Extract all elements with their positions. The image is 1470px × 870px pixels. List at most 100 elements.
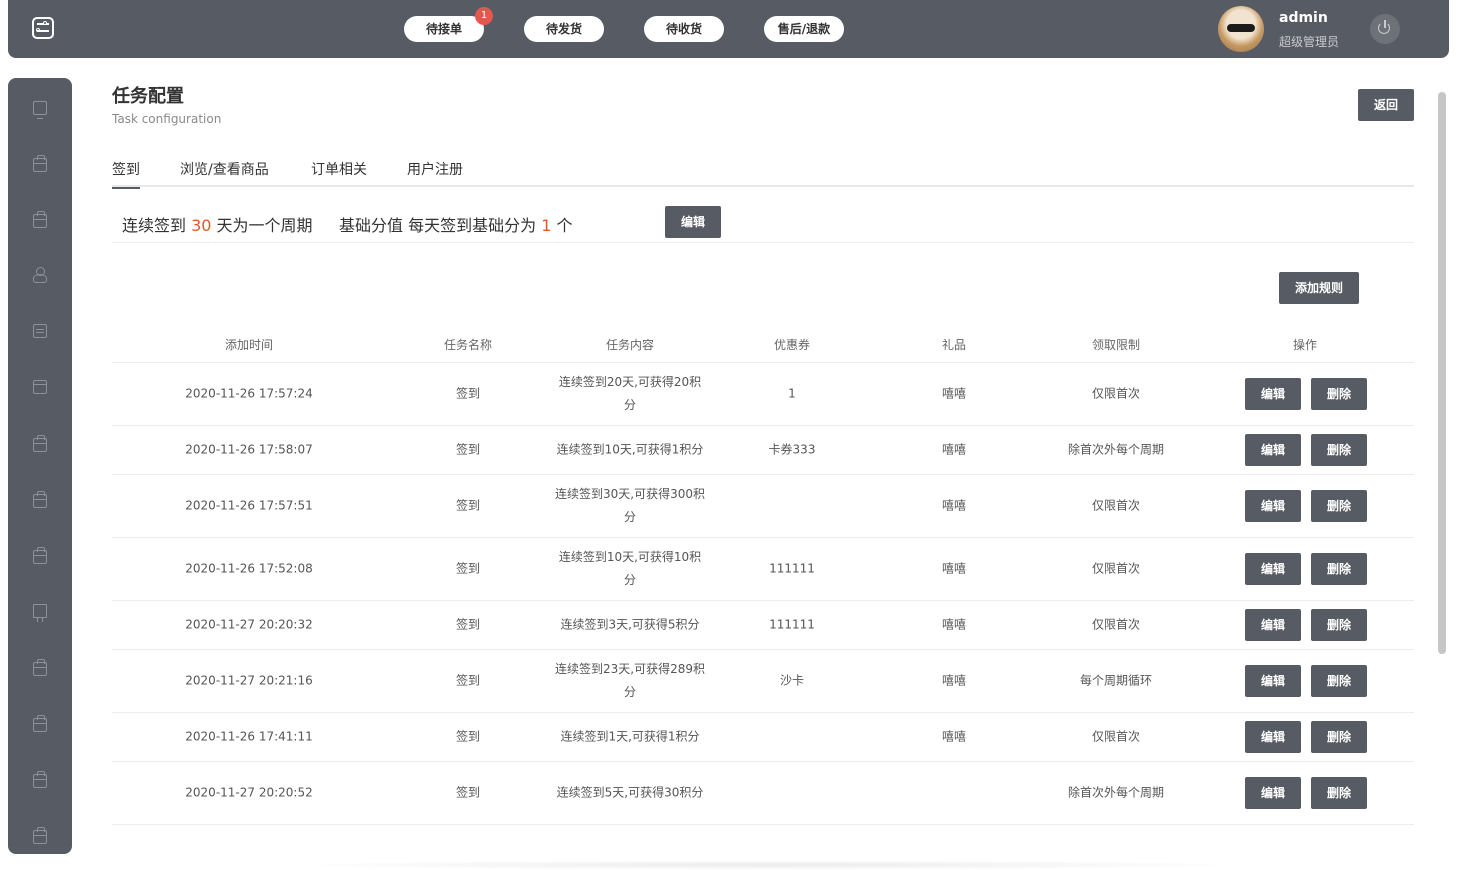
box-icon[interactable]: [33, 827, 47, 844]
cell-claim-limit: 仅限首次: [1091, 617, 1141, 632]
header-task-content: 任务内容: [605, 338, 655, 352]
power-icon[interactable]: [1370, 14, 1400, 44]
store-icon[interactable]: [33, 380, 47, 394]
avatar[interactable]: [1218, 6, 1264, 52]
pending-ship-button[interactable]: 待发货: [524, 16, 604, 42]
cell-add-time: 2020-11-26 17:57:51: [185, 498, 313, 513]
row-edit-button[interactable]: 编辑: [1245, 378, 1301, 410]
box-icon[interactable]: [33, 715, 47, 732]
cell-claim-limit: 除首次外每个周期: [1067, 442, 1165, 457]
user-name: admin: [1279, 10, 1328, 26]
cell-task-content: 连续签到5天,可获得30积分: [556, 785, 704, 800]
header-task-name: 任务名称: [443, 338, 493, 352]
table-body: 2020-11-26 17:57:24 签到 连续签到20天,可获得20积分 1 嘻嘻仅…: [112, 363, 1414, 825]
tab-checkin[interactable]: 签到: [112, 159, 140, 189]
cell-add-time: 2020-11-26 17:52:08: [185, 561, 313, 576]
box-icon[interactable]: [33, 659, 47, 676]
cell-gift: 嘻嘻: [941, 729, 967, 744]
edit-rule-button[interactable]: 编辑: [665, 206, 721, 238]
row-delete-button[interactable]: 删除: [1311, 665, 1367, 697]
tab-bar: 签到 浏览/查看商品 订单相关 用户注册: [112, 155, 1414, 189]
box-icon[interactable]: [33, 435, 47, 452]
tab-user-register[interactable]: 用户注册: [407, 159, 463, 189]
row-edit-button[interactable]: 编辑: [1245, 777, 1301, 809]
cycle-suffix: 天为一个周期: [211, 216, 313, 235]
cell-claim-limit: 仅限首次: [1091, 498, 1141, 513]
back-button[interactable]: 返回: [1358, 89, 1414, 121]
box-icon[interactable]: [33, 547, 47, 564]
row-delete-button[interactable]: 删除: [1311, 721, 1367, 753]
cell-task-name: 签到: [455, 386, 481, 401]
divider: [112, 242, 1414, 243]
row-delete-button[interactable]: 删除: [1311, 434, 1367, 466]
table-header: 添加时间 任务名称 任务内容 优惠券 礼品 领取限制 操作: [112, 326, 1414, 363]
menu-logo-icon[interactable]: [32, 17, 54, 39]
box-icon[interactable]: [33, 771, 47, 788]
row-edit-button[interactable]: 编辑: [1245, 553, 1301, 585]
tab-browse-products[interactable]: 浏览/查看商品: [180, 159, 269, 189]
cell-task-content: 连续签到10天,可获得10积分: [558, 550, 702, 587]
cell-task-content: 连续签到20天,可获得20积分: [558, 375, 702, 412]
box-icon[interactable]: [33, 155, 47, 172]
pending-accept-label: 待接单: [425, 22, 462, 36]
cell-task-content: 连续签到30天,可获得300积分: [555, 487, 705, 524]
document-icon[interactable]: [33, 324, 47, 338]
row-edit-button[interactable]: 编辑: [1245, 434, 1301, 466]
cell-gift: 嘻嘻: [941, 386, 967, 401]
cell-claim-limit: 除首次外每个周期: [1067, 785, 1165, 800]
cell-add-time: 2020-11-26 17:57:24: [185, 386, 313, 401]
row-edit-button[interactable]: 编辑: [1245, 490, 1301, 522]
table-row: 2020-11-26 17:58:07 签到 连续签到10天,可获得1积分 卡券333…: [112, 426, 1414, 475]
cycle-days-value: 30: [191, 216, 212, 235]
row-edit-button[interactable]: 编辑: [1245, 721, 1301, 753]
cycle-prefix: 连续签到: [122, 216, 192, 235]
base-suffix: 个: [551, 216, 573, 235]
monitor-icon[interactable]: [33, 101, 47, 119]
box-icon[interactable]: [33, 211, 47, 228]
cell-coupon: 111111: [769, 561, 815, 576]
table-row: 2020-11-26 17:52:08 签到 连续签到10天,可获得10积分 1111…: [112, 538, 1414, 601]
notification-badge: 1: [475, 7, 493, 25]
row-delete-button[interactable]: 删除: [1311, 490, 1367, 522]
cell-gift: 嘻嘻: [941, 617, 967, 632]
cell-add-time: 2020-11-26 17:58:07: [185, 442, 313, 457]
user-icon[interactable]: [33, 267, 47, 283]
cycle-rule-text: 连续签到 30 天为一个周期: [122, 212, 313, 236]
cell-coupon: 111111: [769, 617, 815, 632]
cell-claim-limit: 仅限首次: [1091, 561, 1141, 576]
pending-accept-button[interactable]: 待接单 1: [404, 7, 493, 42]
row-delete-button[interactable]: 删除: [1311, 777, 1367, 809]
table-row: 2020-11-26 17:41:11 签到 连续签到1天,可获得1积分 嘻嘻 仅限首次…: [112, 713, 1414, 762]
pending-receive-button[interactable]: 待收货: [644, 16, 724, 42]
cell-add-time: 2020-11-27 20:20:52: [185, 785, 313, 800]
cell-coupon: 卡券333: [768, 442, 816, 457]
page-title: 任务配置: [112, 86, 184, 107]
table-row: 2020-11-26 17:57:51 签到 连续签到30天,可获得300积分 嘻嘻 仅…: [112, 475, 1414, 538]
table-row: 2020-11-26 17:57:24 签到 连续签到20天,可获得20积分 1 嘻嘻 仅…: [112, 363, 1414, 426]
cell-claim-limit: 每个周期循环: [1079, 673, 1153, 688]
row-edit-button[interactable]: 编辑: [1245, 665, 1301, 697]
tab-order-related[interactable]: 订单相关: [311, 159, 367, 189]
box-icon[interactable]: [33, 491, 47, 508]
cell-gift: 嘻嘻: [941, 498, 967, 513]
board-icon[interactable]: [33, 604, 47, 622]
task-table: 添加时间 任务名称 任务内容 优惠券 礼品 领取限制 操作 2020-11-26…: [112, 326, 1414, 825]
cell-task-name: 签到: [455, 617, 481, 632]
base-prefix: 基础分值 每天签到基础分为: [339, 216, 542, 235]
cell-add-time: 2020-11-27 20:20:32: [185, 617, 313, 632]
add-rule-button[interactable]: 添加规则: [1279, 272, 1359, 304]
header-add-time: 添加时间: [224, 338, 274, 352]
scrollbar[interactable]: [1438, 92, 1446, 654]
page-subtitle: Task configuration: [112, 112, 222, 126]
aftersale-refund-button[interactable]: 售后/退款: [764, 16, 844, 42]
cell-coupon: 沙卡: [779, 673, 805, 688]
row-delete-button[interactable]: 删除: [1311, 553, 1367, 585]
cell-task-content: 连续签到23天,可获得289积分: [555, 662, 705, 699]
table-row: 2020-11-27 20:20:52 签到 连续签到5天,可获得30积分 除首次外每…: [112, 762, 1414, 825]
row-delete-button[interactable]: 删除: [1311, 378, 1367, 410]
cell-task-content: 连续签到1天,可获得1积分: [560, 729, 700, 744]
header-coupon: 优惠券: [773, 338, 811, 352]
row-edit-button[interactable]: 编辑: [1245, 609, 1301, 641]
user-role: 超级管理员: [1279, 35, 1340, 49]
row-delete-button[interactable]: 删除: [1311, 609, 1367, 641]
